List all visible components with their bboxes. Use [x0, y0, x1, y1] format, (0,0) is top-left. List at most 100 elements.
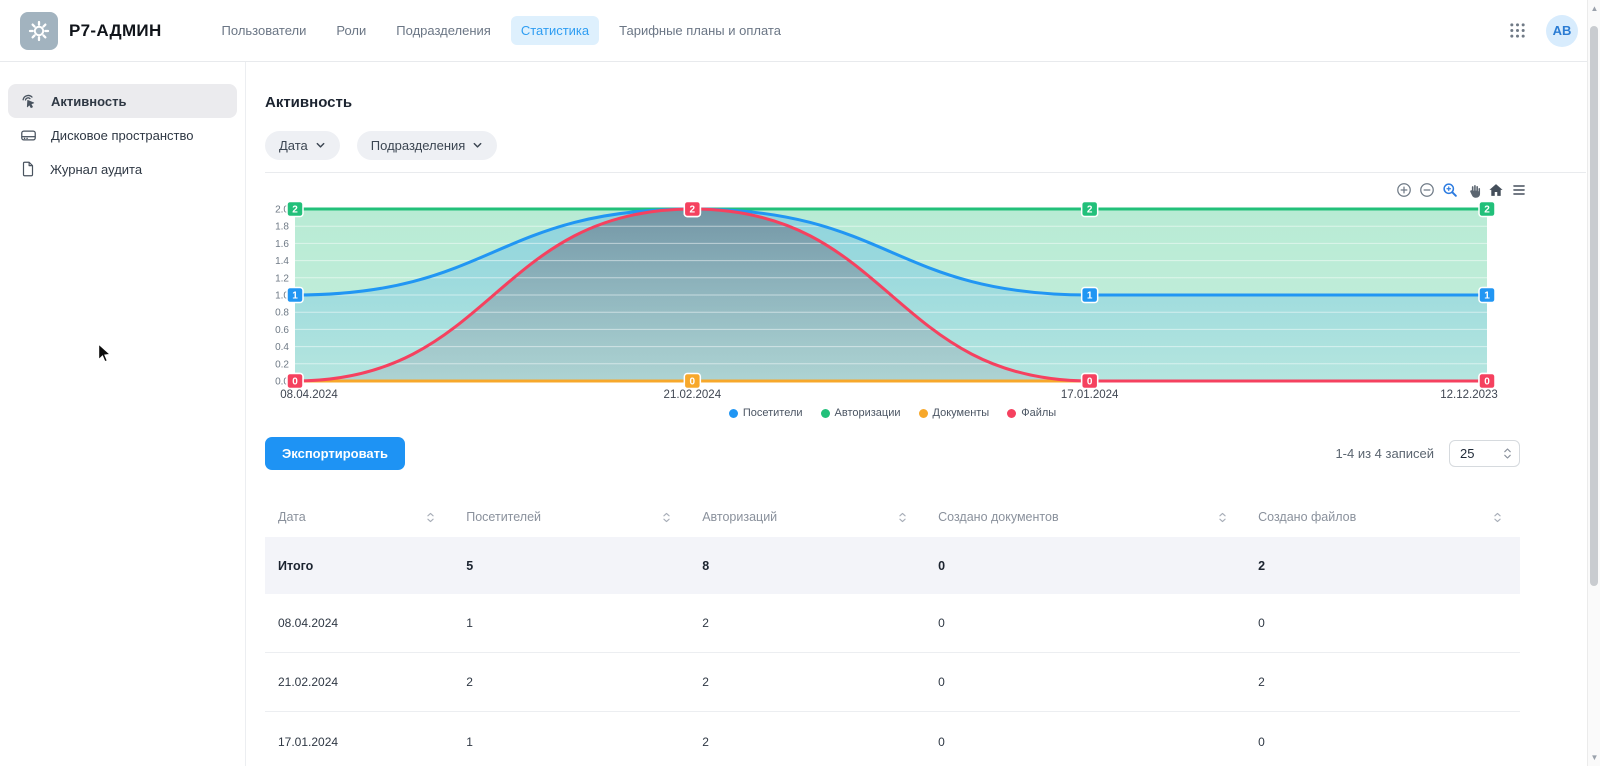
tab-tariffs[interactable]: Тарифные планы и оплата	[609, 16, 791, 45]
svg-text:2: 2	[1087, 205, 1093, 216]
tab-statistics[interactable]: Статистика	[511, 16, 599, 45]
x-axis-label: 08.04.2024	[280, 389, 338, 401]
sort-icon[interactable]	[424, 511, 437, 524]
svg-text:0: 0	[292, 377, 298, 388]
legend-item-2[interactable]: Документы	[919, 407, 990, 419]
sort-icon[interactable]	[1491, 511, 1504, 524]
table-cell: 2	[689, 675, 925, 689]
sort-icon[interactable]	[660, 511, 673, 524]
table-cell: 2	[453, 675, 689, 689]
table-cell: 8	[689, 559, 925, 573]
legend-item-3[interactable]: Файлы	[1007, 407, 1056, 419]
scrollbar[interactable]: ▲ ▼	[1587, 0, 1600, 766]
main-content: Активность ДатаПодразделения 0.00.20.40.…	[245, 62, 1600, 766]
svg-text:2: 2	[1484, 205, 1490, 216]
legend-dot-icon	[1007, 409, 1016, 418]
zoom-out-button[interactable]	[1418, 181, 1436, 199]
column-header[interactable]: Создано документов	[925, 510, 1245, 524]
chart-toolbar	[1395, 181, 1528, 199]
column-header[interactable]: Дата	[265, 510, 453, 524]
filter-label: Подразделения	[371, 138, 466, 153]
scrollbar-thumb[interactable]	[1590, 26, 1598, 586]
zoom-in-button[interactable]	[1395, 181, 1413, 199]
sort-icon[interactable]	[896, 511, 909, 524]
records-summary: 1-4 из 4 записей	[1335, 446, 1434, 461]
sort-icon[interactable]	[1216, 511, 1229, 524]
table-cell: 2	[689, 735, 925, 749]
column-header[interactable]: Посетителей	[453, 510, 689, 524]
table-cell: 0	[1245, 735, 1520, 749]
x-axis-label: 21.02.2024	[664, 389, 722, 401]
sidebar-item-audit-log[interactable]: Журнал аудита	[8, 152, 237, 186]
page-size-select[interactable]: 25	[1449, 440, 1520, 467]
scroll-down-icon[interactable]: ▼	[1588, 753, 1600, 762]
avatar[interactable]: АВ	[1546, 15, 1578, 47]
column-label: Дата	[278, 510, 306, 524]
activity-chart[interactable]: 0.00.20.40.60.81.01.21.41.61.82.008.04.2…	[265, 191, 1520, 405]
y-axis-tick: 0.2	[275, 359, 289, 370]
pagination: 1-4 из 4 записей 25	[1335, 440, 1520, 467]
y-axis-tick: 0.8	[275, 308, 289, 319]
table-cell: 08.04.2024	[265, 616, 453, 630]
legend-label: Файлы	[1021, 407, 1056, 419]
sidebar-item-label: Дисковое пространство	[51, 128, 194, 143]
app-title: Р7-АДМИН	[69, 21, 162, 41]
apps-grid-icon[interactable]	[1509, 22, 1526, 39]
app-header: Р7-АДМИН Пользователи Роли Подразделения Ст…	[0, 0, 1600, 62]
table-cell: 0	[925, 616, 1245, 630]
column-label: Создано файлов	[1258, 510, 1356, 524]
tab-roles[interactable]: Роли	[326, 16, 376, 45]
table-row: 21.02.20242202	[265, 653, 1520, 712]
tab-departments[interactable]: Подразделения	[386, 16, 501, 45]
svg-text:2: 2	[292, 205, 298, 216]
legend-dot-icon	[821, 409, 830, 418]
table-cell: 0	[925, 675, 1245, 689]
table-cell: 17.01.2024	[265, 735, 453, 749]
filter-date[interactable]: Дата	[265, 131, 340, 160]
legend-dot-icon	[919, 409, 928, 418]
x-axis-label: 12.12.2023	[1440, 389, 1498, 401]
chart-menu-button[interactable]	[1510, 181, 1528, 199]
document-icon	[19, 160, 37, 178]
chart-legend: Посетители Авторизации Документы Файлы	[265, 407, 1520, 419]
box-zoom-button[interactable]	[1441, 181, 1459, 199]
reset-zoom-button[interactable]	[1487, 181, 1505, 199]
sidebar-item-label: Активность	[51, 94, 126, 109]
y-axis-tick: 1.8	[275, 222, 289, 233]
table-cell: Итого	[265, 559, 453, 573]
legend-dot-icon	[729, 409, 738, 418]
column-header[interactable]: Авторизаций	[689, 510, 925, 524]
svg-text:1: 1	[292, 291, 298, 302]
header-right: АВ	[1509, 15, 1578, 47]
svg-text:0: 0	[690, 377, 696, 388]
legend-item-0[interactable]: Посетители	[729, 407, 803, 419]
table-total-row: Итого5802	[265, 537, 1520, 594]
activity-table: Дата Посетителей Авторизаций Создано докуме…	[265, 497, 1520, 771]
column-header[interactable]: Создано файлов	[1245, 510, 1520, 524]
export-button[interactable]: Экспортировать	[265, 437, 405, 470]
stepper-icon	[1503, 446, 1512, 461]
column-label: Посетителей	[466, 510, 541, 524]
column-label: Авторизаций	[702, 510, 777, 524]
column-label: Создано документов	[938, 510, 1058, 524]
svg-text:1: 1	[1087, 291, 1093, 302]
legend-item-1[interactable]: Авторизации	[821, 407, 901, 419]
app-logo: Р7-АДМИН	[20, 12, 162, 50]
activity-icon	[19, 92, 38, 111]
svg-text:0: 0	[1087, 377, 1093, 388]
sidebar-item-activity[interactable]: Активность	[8, 84, 237, 118]
sidebar-item-label: Журнал аудита	[50, 162, 142, 177]
table-cell: 21.02.2024	[265, 675, 453, 689]
top-nav: Пользователи Роли Подразделения Статистика Т…	[212, 16, 791, 45]
filter-departments[interactable]: Подразделения	[357, 131, 498, 160]
table-cell: 0	[925, 735, 1245, 749]
disk-icon	[19, 126, 38, 145]
pan-button[interactable]	[1464, 181, 1482, 199]
sidebar-item-disk-space[interactable]: Дисковое пространство	[8, 118, 237, 152]
y-axis-tick: 1.6	[275, 239, 289, 250]
table-controls: Экспортировать 1-4 из 4 записей 25	[265, 437, 1520, 470]
scroll-up-icon[interactable]: ▲	[1588, 4, 1600, 13]
table-cell: 0	[925, 559, 1245, 573]
page-title: Активность	[265, 94, 1536, 111]
tab-users[interactable]: Пользователи	[212, 16, 317, 45]
